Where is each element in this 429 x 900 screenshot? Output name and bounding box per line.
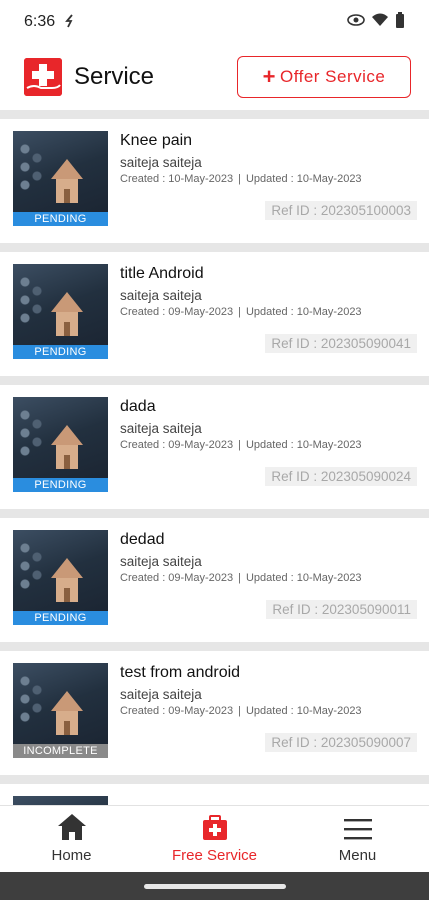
nav-home[interactable]: Home <box>0 806 143 872</box>
first-aid-kit-icon <box>202 815 228 841</box>
service-thumbnail: PENDING <box>13 397 108 492</box>
service-dates: Created : 09-May-2023 | Updated : 10-May-2… <box>120 306 362 318</box>
eye-icon <box>347 13 365 31</box>
offer-service-button[interactable]: + Offer Service <box>237 56 411 98</box>
created-date: Created : 09-May-2023 <box>120 306 234 318</box>
app-header: Service + Offer Service <box>0 44 429 110</box>
created-date: Created : 09-May-2023 <box>120 572 234 584</box>
service-user: saiteja saiteja <box>120 288 202 303</box>
gesture-navigation-bar <box>0 872 429 900</box>
status-badge: PENDING <box>13 345 108 359</box>
service-dates: Created : 10-May-2023 | Updated : 10-May-2… <box>120 173 362 185</box>
service-title <box>120 797 417 805</box>
ref-id: Ref ID : 202305090007 <box>265 733 417 752</box>
service-user: saiteja saiteja <box>120 687 202 702</box>
service-logo-icon <box>24 58 62 96</box>
status-badge: PENDING <box>13 611 108 625</box>
service-title: Knee pain <box>120 132 193 149</box>
service-thumbnail: PENDING <box>13 264 108 359</box>
service-card[interactable]: PENDING dada saiteja saiteja Created : 0… <box>0 385 429 509</box>
service-title: title Android <box>120 265 204 282</box>
ref-id: Ref ID : 202305090011 <box>266 600 417 619</box>
page-title: Service <box>74 63 155 90</box>
status-badge: PENDING <box>13 212 108 226</box>
ref-id: Ref ID : 202305090024 <box>265 467 417 486</box>
wifi-icon <box>371 13 389 32</box>
nav-free-service-label: Free Service <box>171 847 258 864</box>
status-badge: INCOMPLETE <box>13 744 108 758</box>
service-thumbnail: INCOMPLETE <box>13 663 108 758</box>
created-date: Created : 09-May-2023 <box>120 439 234 451</box>
home-icon <box>57 813 87 841</box>
service-thumbnail <box>13 796 108 805</box>
service-user: saiteja saiteja <box>120 421 202 436</box>
status-bar: 6:36 <box>0 0 429 44</box>
service-card[interactable]: PENDING Knee pain saiteja saiteja Create… <box>0 119 429 243</box>
service-card[interactable]: INCOMPLETE test from android saiteja sai… <box>0 651 429 775</box>
service-dates: Created : 09-May-2023 | Updated : 10-May-2… <box>120 572 362 584</box>
offer-service-label: Offer Service <box>279 67 386 86</box>
plus-icon: + <box>262 64 276 89</box>
hamburger-menu-icon <box>343 817 373 841</box>
service-user: saiteja saiteja <box>120 155 202 170</box>
service-user: saiteja saiteja <box>120 554 202 569</box>
updated-date: Updated : 10-May-2023 <box>245 306 362 318</box>
home-gesture-handle[interactable] <box>143 883 286 889</box>
service-card[interactable]: PENDING title Android saiteja saiteja Cr… <box>0 252 429 376</box>
service-dates: Created : 09-May-2023 | Updated : 10-May-2… <box>120 439 362 451</box>
service-thumbnail: PENDING <box>13 530 108 625</box>
service-list[interactable]: PENDING Knee pain saiteja saiteja Create… <box>0 110 429 805</box>
battery-icon <box>395 11 405 33</box>
status-badge: PENDING <box>13 478 108 492</box>
service-title: dedad <box>120 531 165 548</box>
updated-date: Updated : 10-May-2023 <box>245 705 362 717</box>
nav-menu-label: Menu <box>338 847 377 864</box>
service-dates: Created : 09-May-2023 | Updated : 10-May-2… <box>120 705 362 717</box>
sync-icon <box>65 13 75 31</box>
status-time: 6:36 <box>24 13 56 30</box>
updated-date: Updated : 10-May-2023 <box>245 439 362 451</box>
nav-menu[interactable]: Menu <box>286 806 429 872</box>
created-date: Created : 09-May-2023 <box>120 705 234 717</box>
service-card[interactable]: PENDING dedad saiteja saiteja Created : … <box>0 518 429 642</box>
service-thumbnail: PENDING <box>13 131 108 226</box>
service-card[interactable] <box>0 784 429 805</box>
nav-home-label: Home <box>51 847 92 864</box>
nav-free-service[interactable]: Free Service <box>143 806 286 872</box>
service-title: test from android <box>120 664 241 681</box>
updated-date: Updated : 10-May-2023 <box>245 173 362 185</box>
service-title: dada <box>120 398 156 415</box>
ref-id: Ref ID : 202305100003 <box>265 201 417 220</box>
bottom-navigation: Home Free Service Menu <box>0 805 429 872</box>
updated-date: Updated : 10-May-2023 <box>245 572 362 584</box>
created-date: Created : 10-May-2023 <box>120 173 234 185</box>
ref-id: Ref ID : 202305090041 <box>265 334 417 353</box>
